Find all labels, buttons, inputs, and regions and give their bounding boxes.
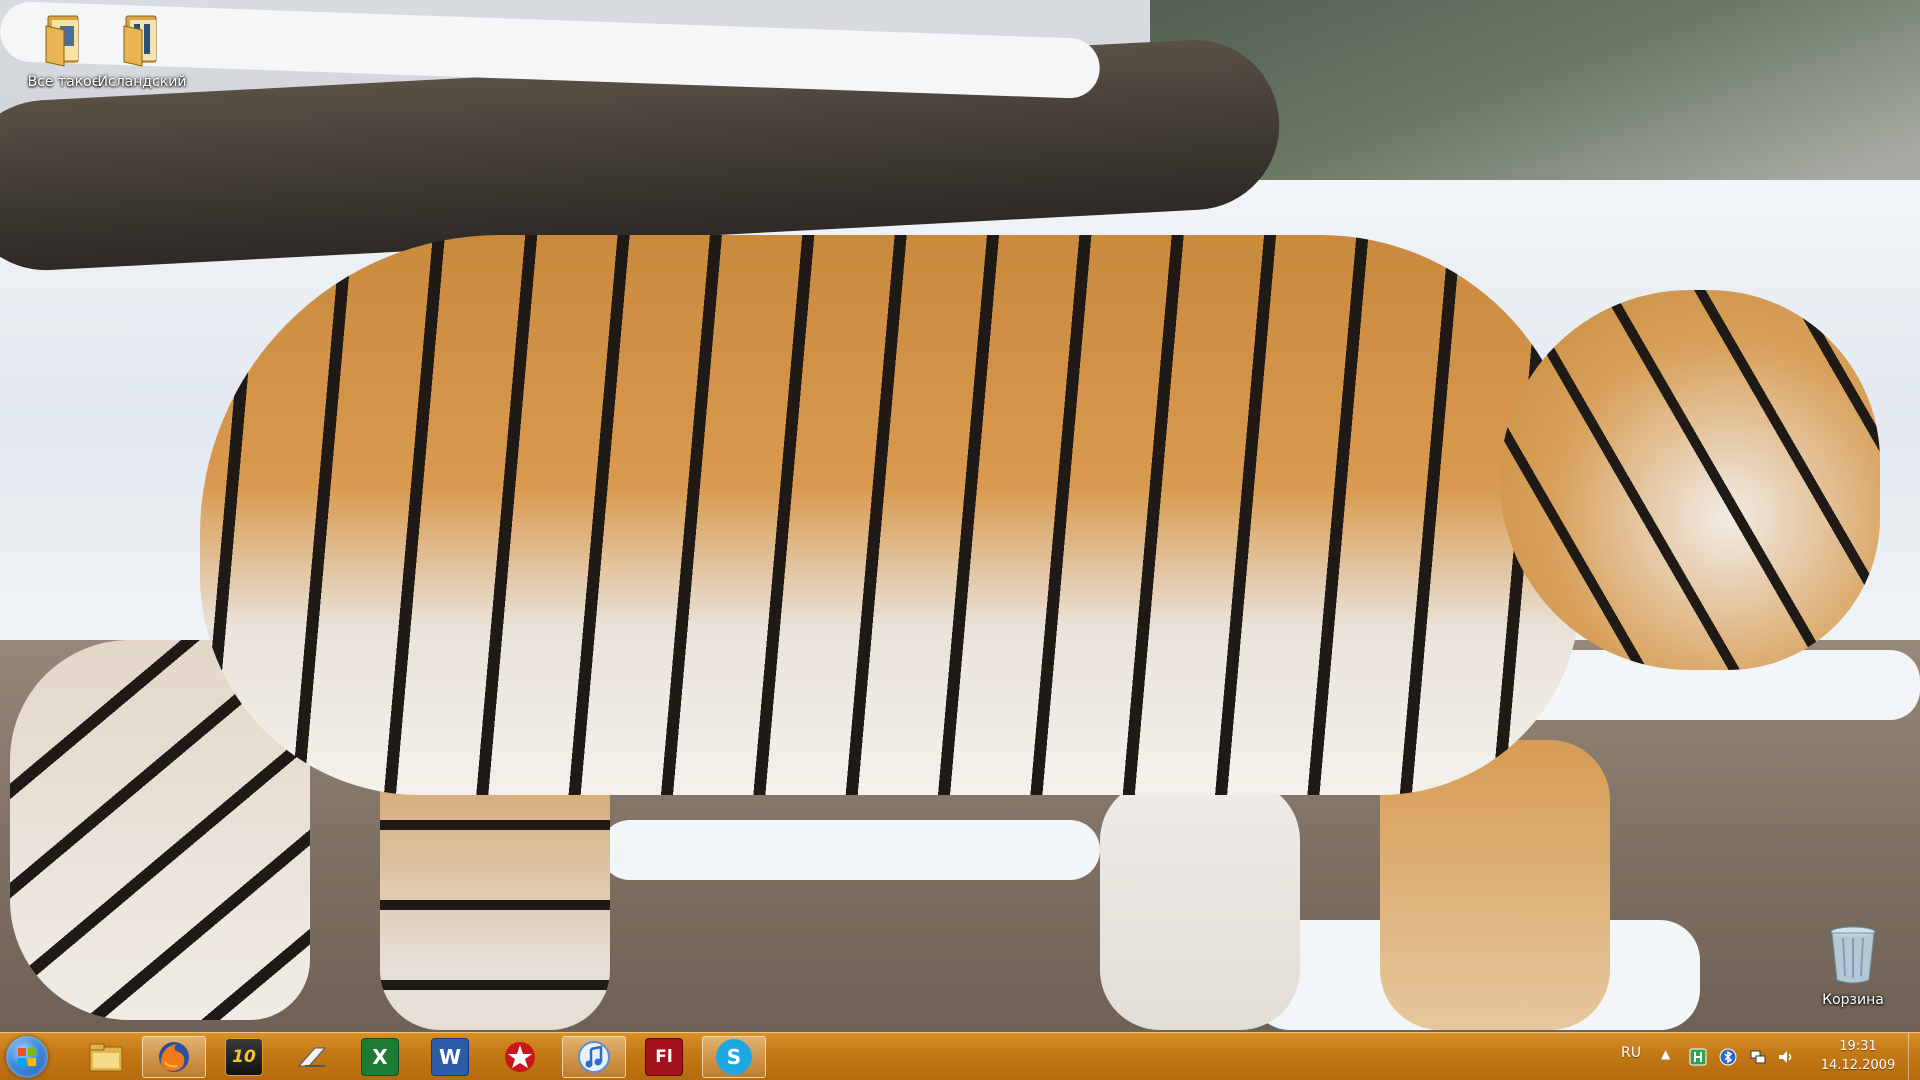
desktop-icon-label: Корзина: [1822, 992, 1884, 1008]
taskbar-button-word[interactable]: W: [418, 1036, 482, 1078]
taskbar-button-filezilla[interactable]: [280, 1036, 344, 1078]
taskbar-button-firefox[interactable]: [142, 1036, 206, 1078]
wallpaper-tiger-leg: [1100, 780, 1300, 1030]
excel-icon: X: [361, 1038, 399, 1076]
start-button[interactable]: [6, 1036, 48, 1078]
desktop[interactable]: Все такое Исландский Корзина 10 X W Fl S…: [0, 0, 1920, 1080]
taskbar-button-skype[interactable]: S: [702, 1036, 766, 1078]
folder-icon: [118, 12, 166, 68]
tray-icon-app[interactable]: [1688, 1047, 1708, 1067]
bluetooth-icon: [1719, 1048, 1737, 1066]
clock-time: 19:31: [1839, 1039, 1877, 1054]
green-app-icon: [1689, 1048, 1707, 1066]
desktop-icon-recycle-bin[interactable]: Корзина: [1805, 924, 1901, 1008]
star-icon: [502, 1039, 538, 1075]
taskbar-button-itunes[interactable]: [562, 1036, 626, 1078]
taskbar-button-flash[interactable]: Fl: [632, 1036, 696, 1078]
language-indicator[interactable]: RU: [1621, 1045, 1641, 1061]
folder-icon: [88, 1039, 124, 1075]
network-icon: [1750, 1050, 1766, 1064]
show-hidden-icons-button[interactable]: ▲: [1661, 1047, 1670, 1061]
clock[interactable]: 19:31 14.12.2009: [1808, 1037, 1908, 1075]
game-icon: 10: [225, 1038, 263, 1076]
desktop-icon-label: Все такое: [27, 74, 101, 90]
flash-icon-label: Fl: [655, 1047, 673, 1067]
taskbar-button-game[interactable]: 10: [212, 1036, 276, 1078]
tray-icon-volume[interactable]: [1776, 1047, 1796, 1067]
skype-icon: S: [716, 1039, 752, 1075]
desktop-icon-islandskiy[interactable]: Исландский: [94, 12, 190, 90]
tray-icon-network[interactable]: [1748, 1047, 1768, 1067]
skype-icon-label: S: [726, 1045, 742, 1069]
desktop-icon-label: Исландский: [97, 74, 187, 90]
taskbar-button-excel[interactable]: X: [348, 1036, 412, 1078]
show-desktop-button[interactable]: [1908, 1033, 1920, 1080]
word-icon: W: [431, 1038, 469, 1076]
firefox-icon: [156, 1039, 192, 1075]
clock-date: 14.12.2009: [1820, 1058, 1896, 1073]
folder-icon: [40, 12, 88, 68]
taskbar-button-pokerstars[interactable]: [488, 1036, 552, 1078]
game-icon-label: 10: [232, 1047, 256, 1067]
tray-icon-bluetooth[interactable]: [1718, 1047, 1738, 1067]
itunes-icon: [576, 1039, 612, 1075]
wallpaper-snow-patch: [600, 820, 1100, 880]
wallpaper-tiger-head: [1500, 290, 1880, 670]
flash-icon: Fl: [645, 1038, 683, 1076]
filezilla-icon: [294, 1039, 330, 1075]
wallpaper-tiger-body: [200, 235, 1580, 795]
windows-start-icon: [18, 1048, 36, 1066]
recycle-bin-icon: [1827, 924, 1879, 988]
taskbar: 10 X W Fl S RU ▲ 19:31 14.12.2009: [0, 1032, 1920, 1080]
speaker-icon: [1779, 1051, 1792, 1063]
taskbar-button-explorer[interactable]: [74, 1036, 138, 1078]
